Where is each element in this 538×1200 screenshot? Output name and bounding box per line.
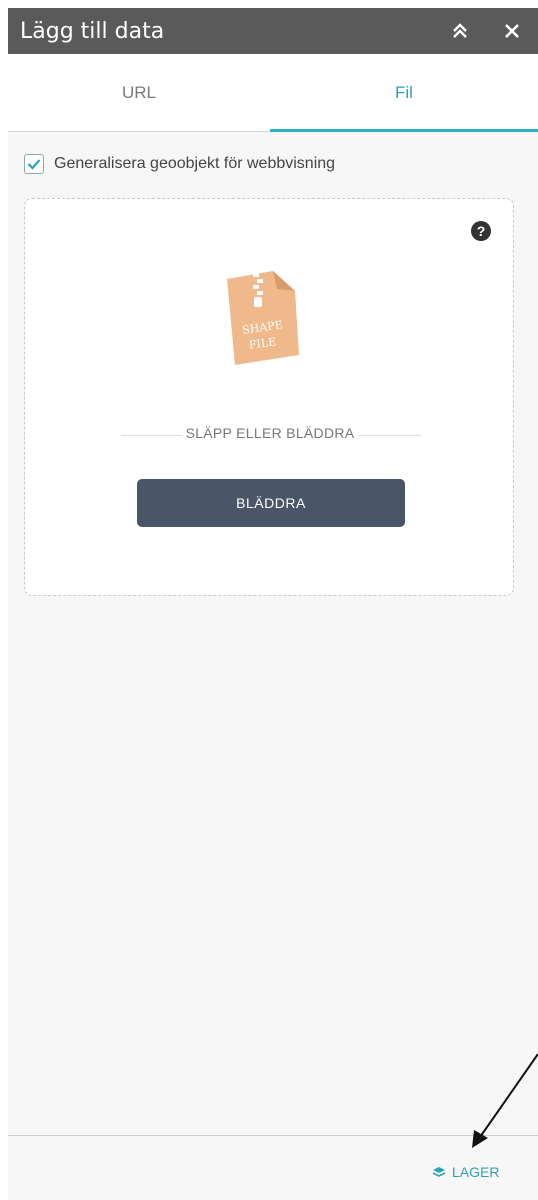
- layers-link[interactable]: LAGER: [432, 1164, 499, 1180]
- generalize-checkbox[interactable]: [24, 154, 44, 174]
- active-tab-indicator: [270, 129, 538, 132]
- tab-url[interactable]: URL: [8, 54, 270, 132]
- footer-divider: [8, 1135, 538, 1136]
- add-data-panel: Lägg till data URL Fil Generalisera geoo…: [8, 8, 538, 1200]
- title-bar: Lägg till data: [8, 8, 538, 54]
- close-icon[interactable]: [500, 19, 524, 43]
- browse-button[interactable]: BLÄDDRA: [137, 479, 405, 527]
- file-drop-zone[interactable]: ? SHAPE FILE SLÄPP ELLER BLÄDDRA BLÄDDRA: [24, 198, 514, 596]
- generalize-label: Generalisera geoobjekt för webbvisning: [54, 155, 336, 172]
- checkmark-icon: [27, 159, 41, 170]
- annotation-arrow: [472, 1053, 538, 1148]
- question-icon[interactable]: ?: [471, 221, 491, 241]
- drop-instruction-text: SLÄPP ELLER BLÄDDRA: [181, 425, 359, 441]
- shapefile-zip-icon: SHAPE FILE: [227, 271, 299, 365]
- tab-bar: URL Fil: [8, 54, 538, 132]
- tab-fil[interactable]: Fil: [270, 54, 538, 132]
- layers-label: LAGER: [452, 1164, 500, 1180]
- drop-instruction: SLÄPP ELLER BLÄDDRA: [25, 425, 515, 441]
- layers-icon: [432, 1166, 446, 1178]
- double-chevron-up-icon[interactable]: [448, 19, 472, 43]
- panel-title: Lägg till data: [20, 18, 165, 44]
- generalize-option[interactable]: Generalisera geoobjekt för webbvisning: [24, 154, 335, 174]
